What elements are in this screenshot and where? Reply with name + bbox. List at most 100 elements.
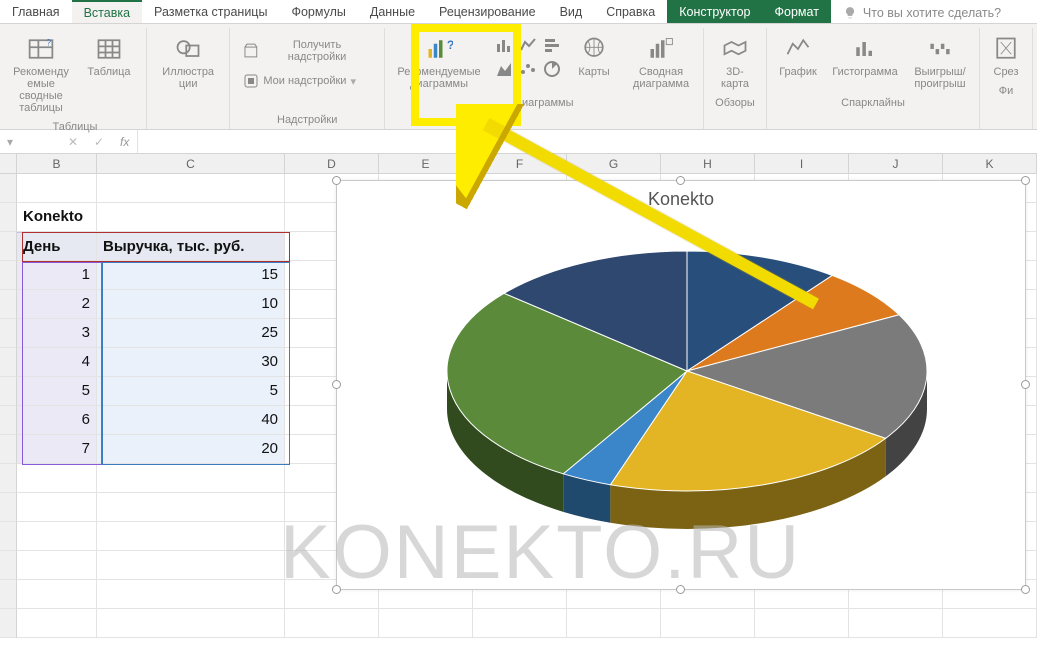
cell-rev[interactable]: 30 — [97, 348, 285, 377]
cell-day[interactable]: 5 — [17, 377, 97, 406]
btn-chart-pie[interactable] — [541, 58, 563, 80]
group-addins: Получить надстройки Мои надстройки ▾ Над… — [230, 28, 385, 129]
btn-spark-wl-label: Выигрыш/проигрыш — [910, 66, 970, 90]
sheet: B C D E F G H I J K Konekto День Выручка… — [0, 154, 1037, 651]
col-header[interactable]: I — [755, 154, 849, 173]
group-tables: ? Рекомендуемые сводные таблицы Таблица … — [4, 28, 147, 129]
btn-rec-pivot-tables[interactable]: ? Рекомендуемые сводные таблицы — [10, 30, 72, 119]
col-header[interactable]: E — [379, 154, 473, 173]
table-header-rev[interactable]: Выручка, тыс. руб. — [97, 232, 285, 261]
sparkline-line-icon — [784, 35, 812, 63]
btn-illustrations[interactable]: Иллюстрации — [157, 30, 219, 95]
group-addins-label: Надстройки — [277, 112, 337, 129]
cell-rev[interactable]: 25 — [97, 319, 285, 348]
table-header-day[interactable]: День — [17, 232, 97, 261]
btn-table-label: Таблица — [87, 66, 130, 78]
group-tables-label: Таблицы — [53, 119, 98, 136]
table-icon — [95, 35, 123, 63]
tab-formulas[interactable]: Формулы — [279, 0, 357, 23]
group-filters-label: Фи — [999, 83, 1014, 100]
col-header[interactable]: G — [567, 154, 661, 173]
col-header[interactable]: B — [17, 154, 97, 173]
btn-my-addins-label: Мои надстройки — [263, 75, 346, 87]
fbar-cancel[interactable]: ✕ — [60, 135, 86, 149]
group-illustrations: Иллюстрации Иллюстрации — [147, 28, 230, 129]
btn-slicer[interactable]: Срез — [986, 30, 1026, 83]
cell-day[interactable]: 7 — [17, 435, 97, 464]
cell-rev[interactable]: 40 — [97, 406, 285, 435]
btn-chart-column[interactable] — [493, 34, 515, 56]
column-headers: B C D E F G H I J K — [0, 154, 1037, 174]
btn-sparkline-column[interactable]: Гистограмма — [829, 30, 901, 95]
cell-rev[interactable]: 15 — [97, 261, 285, 290]
chevron-down-icon: ▾ — [350, 75, 356, 88]
cell-day[interactable]: 2 — [17, 290, 97, 319]
slicer-icon — [992, 35, 1020, 63]
tab-format[interactable]: Формат — [763, 0, 831, 23]
col-header[interactable]: J — [849, 154, 943, 173]
btn-table[interactable]: Таблица — [78, 30, 140, 119]
btn-chart-line[interactable] — [517, 34, 539, 56]
store-icon — [243, 43, 259, 59]
pivot-table-icon: ? — [27, 35, 55, 63]
bar-chart-icon — [543, 36, 561, 54]
addins-icon — [243, 73, 259, 89]
col-header[interactable]: D — [285, 154, 379, 173]
cell-rev[interactable]: 10 — [97, 290, 285, 319]
col-header[interactable]: H — [661, 154, 755, 173]
btn-sparkline-line[interactable]: График — [773, 30, 823, 95]
svg-text:?: ? — [447, 38, 453, 52]
btn-chart-bar[interactable] — [541, 34, 563, 56]
table-title[interactable]: Konekto — [17, 203, 97, 232]
btn-maps[interactable]: Карты — [569, 30, 619, 83]
fbar-confirm[interactable]: ✓ — [86, 135, 112, 149]
btn-3d-map-label: 3D-карта — [713, 66, 757, 90]
cell-day[interactable]: 4 — [17, 348, 97, 377]
tab-help[interactable]: Справка — [594, 0, 667, 23]
column-chart-icon — [495, 36, 513, 54]
btn-chart-scatter[interactable] — [517, 58, 539, 80]
cell-day[interactable]: 1 — [17, 261, 97, 290]
area-chart-icon — [495, 60, 513, 78]
btn-my-addins[interactable]: Мои надстройки ▾ — [236, 70, 378, 92]
ribbon: ? Рекомендуемые сводные таблицы Таблица … — [0, 24, 1037, 130]
pie-chart-object[interactable]: Konekto — [336, 180, 1026, 590]
group-charts: ? Рекомендуемые диаграммы Карты Сводная … — [385, 28, 704, 129]
btn-sparkline-winloss[interactable]: Выигрыш/проигрыш — [907, 30, 973, 95]
tab-insert[interactable]: Вставка — [72, 0, 142, 23]
tell-me[interactable]: Что вы хотите сделать? — [831, 0, 1013, 23]
col-header[interactable]: C — [97, 154, 285, 173]
btn-rec-charts-label: Рекомендуемые диаграммы — [394, 66, 484, 90]
cell-day[interactable]: 6 — [17, 406, 97, 435]
tab-view[interactable]: Вид — [548, 0, 595, 23]
cell-rev[interactable]: 20 — [97, 435, 285, 464]
btn-maps-label: Карты — [578, 66, 609, 78]
sparkline-column-icon — [851, 35, 879, 63]
col-header[interactable]: F — [473, 154, 567, 173]
btn-3d-map[interactable]: 3D-карта — [710, 30, 760, 95]
fx-label[interactable]: fx — [112, 135, 137, 149]
btn-chart-area[interactable] — [493, 58, 515, 80]
cell-day[interactable]: 3 — [17, 319, 97, 348]
chart-type-buttons — [493, 34, 563, 80]
scatter-chart-icon — [519, 60, 537, 78]
pie-chart-icon — [543, 60, 561, 78]
tab-page-layout[interactable]: Разметка страницы — [142, 0, 279, 23]
group-charts-label: Диаграммы — [515, 95, 574, 112]
tab-review[interactable]: Рецензирование — [427, 0, 548, 23]
btn-recommended-charts[interactable]: ? Рекомендуемые диаграммы — [391, 30, 487, 95]
btn-pivot-chart[interactable]: Сводная диаграмма — [625, 30, 697, 95]
cell-rev[interactable]: 5 — [97, 377, 285, 406]
group-tours-label: Обзоры — [715, 95, 755, 112]
formula-input[interactable] — [137, 130, 1037, 153]
tab-design[interactable]: Конструктор — [667, 0, 762, 23]
group-filters: Срез Фи — [980, 28, 1033, 129]
shapes-icon — [174, 35, 202, 63]
btn-slicer-label: Срез — [994, 66, 1019, 78]
tab-home[interactable]: Главная — [0, 0, 72, 23]
tab-data[interactable]: Данные — [358, 0, 427, 23]
name-box-dropdown[interactable]: ▾ — [0, 135, 20, 149]
chart-title[interactable]: Konekto — [337, 181, 1025, 210]
btn-get-addins[interactable]: Получить надстройки — [236, 36, 378, 66]
col-header[interactable]: K — [943, 154, 1037, 173]
